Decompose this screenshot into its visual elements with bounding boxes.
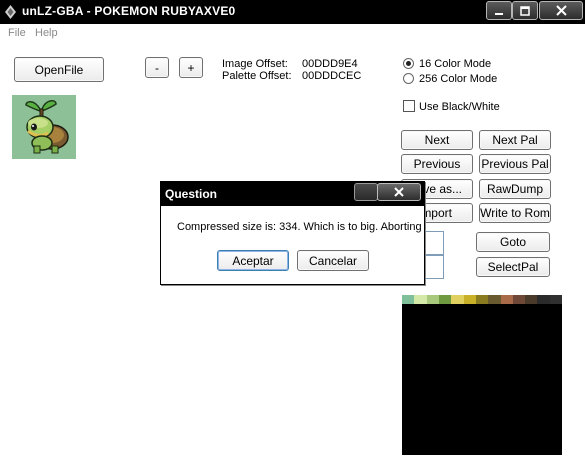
menu-file[interactable]: File bbox=[8, 27, 26, 39]
turtwig-sprite-icon bbox=[25, 99, 69, 154]
palette-offset-label: Palette Offset: bbox=[222, 70, 292, 82]
menu-help[interactable]: Help bbox=[35, 27, 58, 39]
app-window: unLZ-GBA - POKEMON RUBYAXVE0 File Help O… bbox=[0, 0, 585, 467]
palette-strip[interactable] bbox=[402, 295, 563, 304]
palette-swatch[interactable] bbox=[475, 295, 489, 304]
close-icon bbox=[555, 5, 567, 16]
palette-swatch[interactable] bbox=[549, 295, 563, 304]
palette-swatch[interactable] bbox=[500, 295, 513, 304]
color16-radio[interactable] bbox=[403, 58, 414, 69]
palette-swatch[interactable] bbox=[463, 295, 476, 304]
color16-label[interactable]: 16 Color Mode bbox=[419, 58, 491, 70]
title-bar[interactable]: unLZ-GBA - POKEMON RUBYAXVE0 bbox=[0, 0, 585, 24]
write-to-rom-button[interactable]: Write to Rom bbox=[479, 203, 551, 223]
palette-offset-value: 00DDDCEC bbox=[302, 70, 362, 82]
dialog-close-button[interactable] bbox=[377, 183, 421, 201]
palette-swatch[interactable] bbox=[451, 295, 464, 304]
dialog-minimize-button[interactable] bbox=[354, 183, 378, 201]
palette-swatch[interactable] bbox=[414, 295, 427, 304]
palette-swatch[interactable] bbox=[438, 295, 452, 304]
maximize-icon bbox=[520, 5, 530, 16]
previous-pal-button[interactable]: Previous Pal bbox=[479, 154, 551, 174]
palette-swatch[interactable] bbox=[488, 295, 501, 304]
dialog-title: Question bbox=[165, 187, 218, 201]
image-offset-label: Image Offset: bbox=[222, 58, 288, 70]
close-icon bbox=[394, 187, 404, 197]
palette-swatch[interactable] bbox=[402, 295, 415, 304]
cancel-button[interactable]: Cancelar bbox=[297, 250, 369, 271]
minimize-button[interactable] bbox=[486, 1, 512, 20]
close-button[interactable] bbox=[539, 1, 583, 20]
app-icon bbox=[4, 5, 17, 19]
palette-swatch[interactable] bbox=[512, 295, 526, 304]
sprite-preview bbox=[12, 95, 76, 159]
next-button[interactable]: Next bbox=[401, 130, 473, 150]
accept-button[interactable]: Aceptar bbox=[217, 250, 289, 271]
palette-swatch[interactable] bbox=[525, 295, 538, 304]
minimize-icon bbox=[495, 12, 503, 15]
window-title: unLZ-GBA - POKEMON RUBYAXVE0 bbox=[22, 4, 236, 18]
raw-dump-button[interactable]: RawDump bbox=[479, 179, 551, 199]
open-file-button[interactable]: OpenFile bbox=[14, 57, 104, 82]
maximize-button[interactable] bbox=[512, 1, 538, 20]
increment-button[interactable]: + bbox=[179, 57, 203, 78]
color256-label[interactable]: 256 Color Mode bbox=[419, 73, 497, 85]
next-pal-button[interactable]: Next Pal bbox=[479, 130, 551, 150]
select-pal-button[interactable]: SelectPal bbox=[476, 257, 550, 277]
goto-button[interactable]: Goto bbox=[476, 232, 550, 252]
previous-button[interactable]: Previous bbox=[401, 154, 473, 174]
palette-swatch[interactable] bbox=[537, 295, 550, 304]
menu-bar: File Help bbox=[0, 24, 585, 43]
question-dialog: Question Compressed size is: 334. Which … bbox=[160, 181, 425, 285]
black-white-checkbox[interactable] bbox=[403, 100, 415, 112]
palette-swatch[interactable] bbox=[426, 295, 439, 304]
black-white-label[interactable]: Use Black/White bbox=[419, 101, 500, 113]
image-offset-value: 00DDD9E4 bbox=[302, 58, 358, 70]
decrement-button[interactable]: - bbox=[145, 57, 169, 78]
color256-radio[interactable] bbox=[403, 73, 414, 84]
dialog-title-bar[interactable]: Question bbox=[161, 182, 424, 206]
dialog-message: Compressed size is: 334. Which is to big… bbox=[177, 221, 422, 233]
tile-canvas[interactable] bbox=[402, 304, 562, 455]
